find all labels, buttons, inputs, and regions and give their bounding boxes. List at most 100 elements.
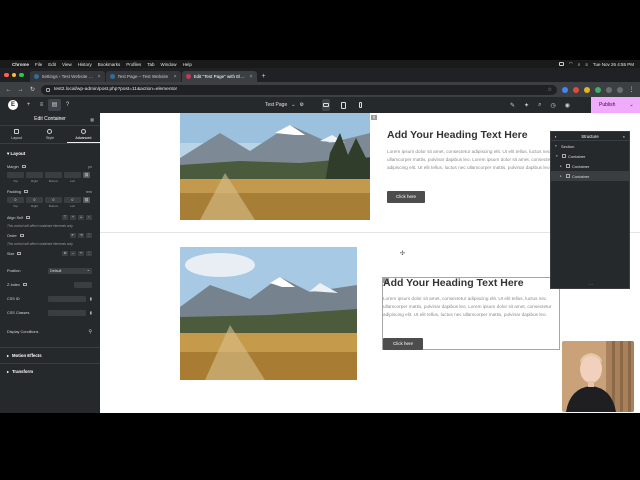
zoom-window-icon[interactable] (19, 72, 24, 78)
tab-test-page[interactable]: Test Page – Test Website × (105, 71, 181, 82)
align-start-icon[interactable]: ⊤ (62, 215, 68, 220)
structure-item-container[interactable]: ▸ Container (551, 161, 629, 171)
css-classes-input[interactable] (48, 309, 86, 316)
menu-window[interactable]: Window (161, 62, 177, 67)
menu-bookmarks[interactable]: Bookmarks (98, 62, 121, 67)
back-icon[interactable]: ← (5, 87, 12, 93)
size-none-icon[interactable]: ⊘ (62, 251, 68, 256)
structure-item-container[interactable]: ▾ Container (551, 151, 629, 161)
responsive-desktop-icon[interactable] (21, 165, 26, 168)
search-icon[interactable]: ⌕ (578, 62, 581, 67)
align-stretch-icon[interactable]: ↕ (86, 215, 92, 220)
tab-layout[interactable]: Layout (0, 126, 33, 143)
widgets-grid-icon[interactable]: ▦ (90, 117, 94, 122)
heading-text[interactable]: Add Your Heading Text Here (383, 277, 524, 289)
tab-elementor-editor[interactable]: Edit "Test Page" with Elemen… × (181, 71, 257, 82)
close-tab-icon[interactable]: × (250, 74, 253, 80)
finder-icon[interactable]: ⌕ (538, 102, 541, 109)
padding-top-input[interactable]: 0 (7, 197, 24, 203)
responsive-desktop-icon[interactable] (19, 234, 24, 237)
add-element-icon[interactable]: + (22, 102, 35, 108)
size-grow-icon[interactable]: ↔ (70, 251, 76, 256)
padding-right-input[interactable]: 0 (26, 197, 43, 203)
transform-section[interactable]: Transform (0, 363, 100, 379)
resize-handle-icon[interactable]: ⋯ (589, 282, 593, 287)
site-info-icon[interactable] (46, 87, 50, 92)
click-here-button[interactable]: Click here (387, 191, 425, 203)
landscape-image[interactable] (180, 113, 370, 220)
margin-bottom-input[interactable] (45, 172, 62, 178)
position-select[interactable]: Default (48, 267, 92, 274)
help-icon[interactable]: ? (61, 102, 74, 108)
link-values-icon[interactable]: ⛓ (83, 172, 90, 178)
menubar-clock[interactable]: Tue Nov 26 4:55 PM (593, 62, 634, 67)
menu-file[interactable]: File (35, 62, 42, 67)
close-tab-icon[interactable]: × (98, 74, 101, 80)
chevron-down-icon[interactable]: ⌄ (629, 102, 633, 108)
collapse-all-icon[interactable]: ▪ (555, 134, 556, 139)
minimize-window-icon[interactable] (11, 72, 16, 78)
menu-edit[interactable]: Edit (48, 62, 56, 67)
section-layout-title[interactable]: ▾ Layout (0, 144, 100, 161)
css-id-input[interactable] (48, 295, 86, 302)
address-bar[interactable]: test2.local/wp-admin/post.php?post=11&ac… (41, 84, 557, 95)
responsive-desktop-icon[interactable] (23, 190, 28, 193)
chevron-down-icon[interactable]: ▾ (556, 154, 560, 158)
zindex-input[interactable] (74, 281, 92, 288)
heading-text[interactable]: Add Your Heading Text Here (387, 129, 528, 141)
wifi-icon[interactable]: ◠ (569, 61, 573, 67)
menu-history[interactable]: History (78, 62, 92, 67)
extension-icon[interactable] (584, 86, 590, 93)
align-end-icon[interactable]: ⊥ (78, 215, 84, 220)
site-settings-icon[interactable]: ≡ (35, 102, 48, 108)
page-settings-icon[interactable]: ⚙ (299, 102, 303, 108)
chrome-menu-icon[interactable]: ⋮ (628, 86, 635, 93)
extension-icon[interactable] (573, 86, 579, 93)
motion-effects-section[interactable]: Motion Effects (0, 347, 100, 363)
tab-advanced[interactable]: Advanced (66, 126, 100, 143)
close-icon[interactable]: × (623, 134, 625, 139)
margin-unit[interactable]: px (88, 165, 92, 169)
order-custom-icon[interactable]: ⋮ (86, 233, 92, 238)
order-start-icon[interactable]: ⇤ (70, 233, 76, 238)
dynamic-tags-icon[interactable]: ▮ (90, 310, 92, 315)
bookmark-star-icon[interactable]: ☆ (548, 87, 552, 93)
publish-button[interactable]: Publish ⌄ (591, 97, 640, 113)
structure-item-section[interactable]: ▾ Section (551, 141, 629, 151)
order-end-icon[interactable]: ⇥ (78, 233, 84, 238)
size-custom-icon[interactable]: ⋮ (86, 251, 92, 256)
chevron-right-icon[interactable]: ▸ (560, 164, 564, 168)
paragraph-text[interactable]: Lorem ipsum dolor sit amet, consectetur … (383, 295, 559, 318)
control-center-icon[interactable]: ≡ (585, 62, 588, 67)
dynamic-tags-icon[interactable]: ▮ (90, 296, 92, 301)
history-icon[interactable]: ◷ (550, 102, 555, 109)
margin-left-input[interactable] (64, 172, 81, 178)
structure-icon[interactable]: ▤ (48, 99, 61, 111)
chevron-right-icon[interactable]: ▸ (560, 174, 564, 178)
page-selector[interactable]: Test Page ⌄ ⚙ (265, 97, 304, 113)
responsive-desktop-icon[interactable] (17, 252, 22, 255)
margin-top-input[interactable] (7, 172, 24, 178)
preview-icon[interactable]: ◉ (565, 102, 570, 109)
landscape-image[interactable] (180, 247, 357, 380)
profile-avatar[interactable] (617, 86, 623, 93)
padding-bottom-input[interactable]: 0 (45, 197, 62, 203)
edit-container-handle-icon[interactable]: ⠿ (371, 115, 377, 120)
elementor-logo-icon[interactable]: E (8, 100, 18, 110)
edit-icon[interactable]: ✎ (510, 102, 515, 109)
notes-icon[interactable]: ✦ (524, 102, 529, 109)
extension-icon[interactable] (595, 86, 601, 93)
display-conditions-icon[interactable]: ⚲ (88, 329, 92, 335)
paragraph-text[interactable]: Lorem ipsum dolor sit amet, consectetur … (387, 148, 559, 171)
menu-help[interactable]: Help (183, 62, 192, 67)
click-here-button[interactable]: Click here (383, 338, 423, 350)
structure-item-container-selected[interactable]: ▸ Container (551, 171, 629, 181)
structure-navigator[interactable]: ▪ Structure × ▾ Section ▾ Container ▸ Co… (550, 131, 630, 289)
tab-style[interactable]: Style (33, 126, 66, 143)
mobile-view-icon[interactable] (356, 99, 364, 111)
tab-settings[interactable]: Settings ‹ Test Website — W… × (29, 71, 105, 82)
menu-profiles[interactable]: Profiles (126, 62, 141, 67)
desktop-view-icon[interactable] (322, 99, 330, 111)
new-tab-button[interactable]: + (258, 71, 270, 82)
padding-left-input[interactable]: 0 (64, 197, 81, 203)
